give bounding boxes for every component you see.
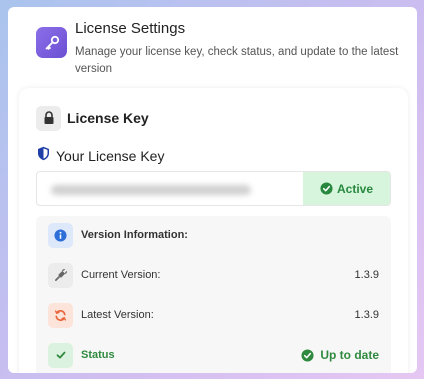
your-license-key-label-row: Your License Key (37, 146, 164, 166)
license-status-text: Active (336, 181, 374, 196)
license-key-field[interactable]: Active (36, 171, 391, 206)
latest-version-label: Latest Version: (81, 309, 154, 321)
refresh-icon (48, 302, 73, 328)
check-icon (48, 342, 73, 368)
license-status-badge: Active (303, 172, 390, 205)
current-version-value: 1.3.9 (354, 269, 379, 281)
latest-version-row: Latest Version: 1.3.9 (48, 302, 379, 328)
masked-license-key (51, 185, 251, 195)
update-status-label: Status (81, 349, 115, 361)
current-version-row: Current Version: 1.3.9 (48, 262, 379, 288)
your-license-key-label: Your License Key (56, 148, 165, 164)
check-circle-icon (320, 182, 333, 195)
current-version-label: Current Version: (81, 269, 161, 281)
version-info-title: Version Information: (81, 229, 188, 241)
update-status-value: Up to date (301, 348, 379, 362)
license-key-title: License Key (67, 110, 149, 126)
license-key-heading: License Key (36, 105, 149, 131)
lock-icon (36, 105, 61, 131)
update-status-row: Status Up to date (48, 342, 379, 368)
version-info-heading: Version Information: (48, 222, 379, 248)
shield-icon (37, 146, 50, 166)
plug-icon (48, 262, 73, 288)
license-key-card: License Key Your License Key Active Vers… (19, 88, 408, 373)
latest-version-value: 1.3.9 (354, 309, 379, 321)
info-icon (48, 222, 73, 248)
page-title: License Settings (75, 20, 186, 37)
license-settings-panel: License Settings Manage your license key… (8, 7, 417, 373)
key-icon (36, 27, 67, 58)
update-status-text: Up to date (320, 348, 379, 362)
page-subtitle: Manage your license key, check status, a… (75, 46, 399, 75)
check-circle-icon (301, 348, 314, 362)
version-information-panel: Version Information: Current Version: 1.… (36, 216, 391, 373)
page-header: License Settings Manage your license key… (36, 20, 409, 80)
